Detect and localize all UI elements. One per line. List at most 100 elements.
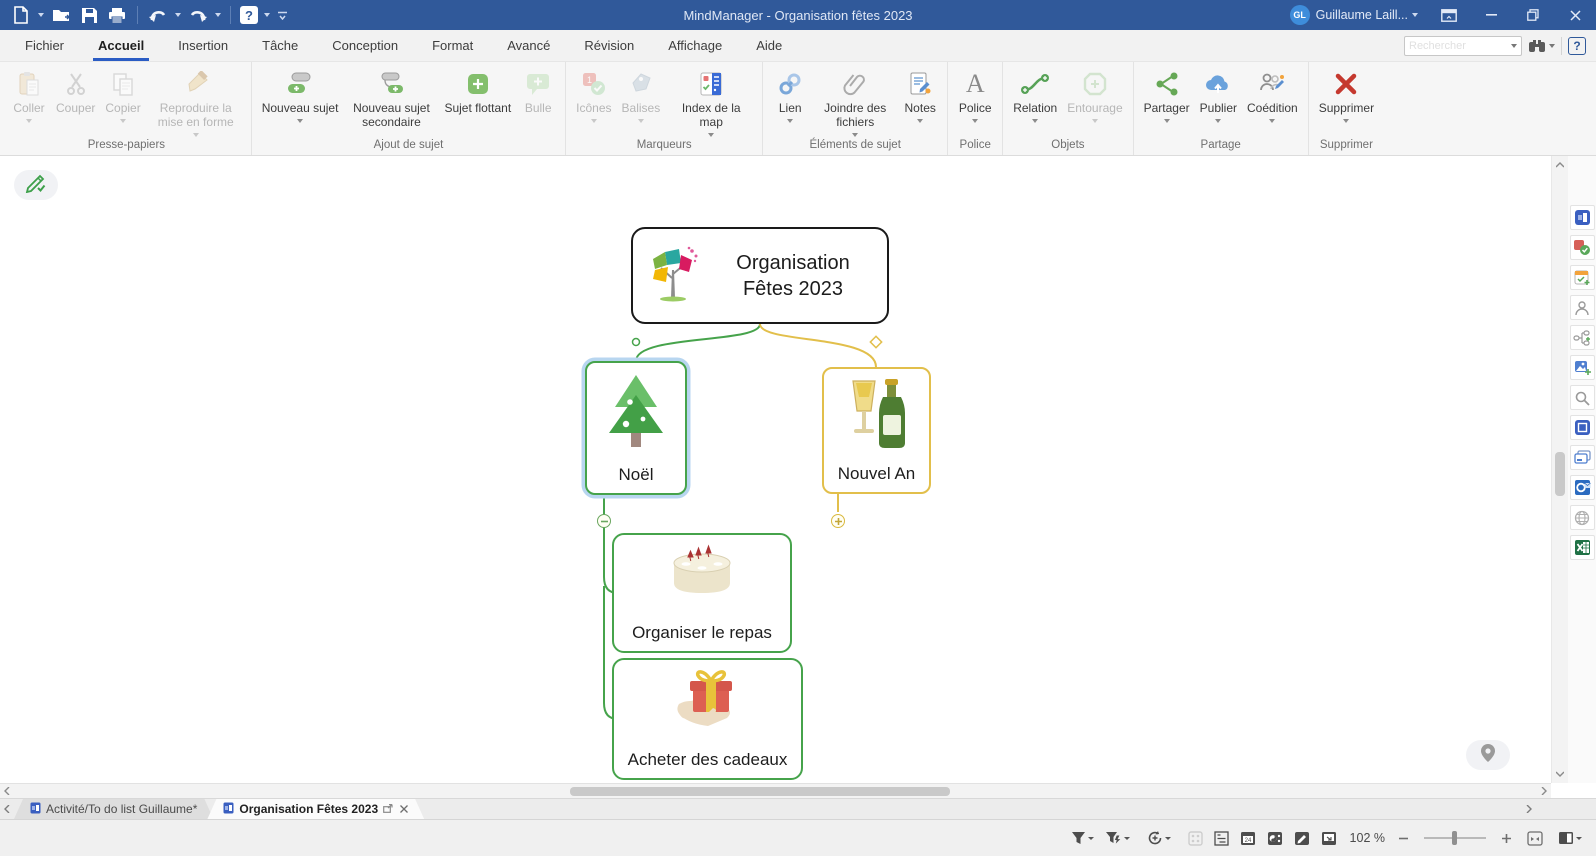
print-icon[interactable]	[106, 4, 128, 26]
redo-icon[interactable]	[187, 4, 209, 26]
filter-button[interactable]	[1071, 831, 1094, 845]
search-box[interactable]	[1404, 36, 1522, 56]
scroll-down-icon[interactable]	[1552, 769, 1568, 779]
share-button[interactable]: Partager	[1139, 65, 1195, 123]
dashboard-view-button[interactable]	[1267, 831, 1283, 846]
new-subtopic-button[interactable]: Nouveau sujet secondaire	[343, 65, 439, 130]
ribbon-display-options-icon[interactable]	[1428, 0, 1470, 30]
floating-topic-button[interactable]: Sujet flottant	[439, 65, 516, 116]
tab-revision[interactable]: Révision	[567, 30, 651, 61]
customize-qat-icon[interactable]	[276, 4, 288, 26]
topic-noel[interactable]: Noël	[585, 361, 687, 495]
find-chevron-icon[interactable]	[1549, 44, 1555, 48]
format-painter-button[interactable]: Reproduire la mise en forme	[146, 65, 246, 137]
sidebar-item-task-info-panel[interactable]	[1570, 265, 1595, 290]
link-button[interactable]: Lien	[768, 65, 812, 123]
copy-button[interactable]: Copier	[100, 65, 145, 123]
zoom-out-button[interactable]	[1398, 833, 1409, 844]
notes-button[interactable]: Notes	[898, 65, 942, 123]
shuffle-button[interactable]	[1188, 831, 1203, 846]
locate-map-button[interactable]	[1466, 740, 1510, 770]
publish-button[interactable]: Publier	[1195, 65, 1242, 123]
relationship-button[interactable]: Relation	[1008, 65, 1062, 123]
cut-button[interactable]: Couper	[51, 65, 100, 116]
refresh-map-button[interactable]	[1147, 830, 1171, 846]
new-file-icon[interactable]	[10, 4, 32, 26]
tab-scroll-right-icon[interactable]	[1522, 799, 1536, 819]
tab-tache[interactable]: Tâche	[245, 30, 315, 61]
tab-scroll-left-icon[interactable]	[0, 799, 14, 819]
sidebar-item-outlook-panel[interactable]	[1570, 475, 1595, 500]
tab-aide[interactable]: Aide	[739, 30, 799, 61]
search-chevron-icon[interactable]	[1511, 44, 1517, 48]
boundary-button[interactable]: Entourage	[1062, 65, 1127, 123]
zoom-in-button[interactable]	[1501, 833, 1512, 844]
central-topic[interactable]: Organisation Fêtes 2023	[631, 227, 889, 324]
new-file-chevron-icon[interactable]	[38, 13, 44, 17]
scroll-left-icon[interactable]	[0, 784, 14, 798]
delete-button[interactable]: Supprimer	[1314, 65, 1379, 123]
scroll-right-icon[interactable]	[1537, 784, 1551, 798]
help-chevron-icon[interactable]	[264, 13, 270, 17]
help-icon[interactable]: ?	[240, 6, 258, 24]
power-filter-button[interactable]	[1105, 831, 1130, 845]
minimize-button[interactable]	[1470, 0, 1512, 30]
tags-button[interactable]: Balises	[617, 65, 666, 123]
sidebar-item-web-panel[interactable]	[1570, 505, 1595, 530]
scroll-up-icon[interactable]	[1552, 160, 1568, 170]
sidebar-item-search-panel[interactable]	[1570, 385, 1595, 410]
sidebar-item-images-panel[interactable]	[1570, 355, 1595, 380]
restore-button[interactable]	[1512, 0, 1554, 30]
paste-button[interactable]: Coller	[7, 65, 51, 123]
close-tab-icon[interactable]	[400, 802, 408, 816]
detach-tab-icon[interactable]	[383, 802, 393, 816]
tab-insertion[interactable]: Insertion	[161, 30, 245, 61]
tag-view-button[interactable]	[1294, 831, 1310, 846]
open-file-icon[interactable]	[50, 4, 72, 26]
zoom-level[interactable]: 102 %	[1350, 831, 1385, 845]
zoom-slider[interactable]	[1424, 837, 1486, 839]
undo-icon[interactable]	[147, 4, 169, 26]
undo-chevron-icon[interactable]	[175, 13, 181, 17]
callout-button[interactable]: Bulle	[516, 65, 560, 116]
user-name[interactable]: Guillaume Laill...	[1316, 8, 1408, 22]
close-button[interactable]	[1554, 0, 1596, 30]
document-tab-organisation[interactable]: Organisation Fêtes 2023	[207, 799, 424, 819]
outline-view-button[interactable]	[1214, 831, 1229, 846]
sidebar-item-resources-panel[interactable]	[1570, 295, 1595, 320]
tab-conception[interactable]: Conception	[315, 30, 415, 61]
map-canvas[interactable]: Organisation Fêtes 2023 Noël	[0, 156, 1596, 798]
tab-accueil[interactable]: Accueil	[81, 30, 161, 61]
topic-nouvel-an[interactable]: Nouvel An	[822, 367, 931, 494]
panel-toggle-button[interactable]	[1558, 831, 1582, 845]
new-topic-button[interactable]: Nouveau sujet	[257, 65, 344, 123]
topic-acheter-des-cadeaux[interactable]: Acheter des cadeaux	[612, 658, 803, 780]
coediting-button[interactable]: Coédition	[1242, 65, 1303, 123]
tab-format[interactable]: Format	[415, 30, 490, 61]
avatar[interactable]: GL	[1290, 5, 1310, 25]
edit-status-button[interactable]	[14, 170, 58, 200]
sidebar-item-windows-panel[interactable]	[1570, 445, 1595, 470]
tab-affichage[interactable]: Affichage	[651, 30, 739, 61]
redo-chevron-icon[interactable]	[215, 13, 221, 17]
font-button[interactable]: A Police	[953, 65, 997, 123]
attach-files-button[interactable]: Joindre des fichiers	[812, 65, 898, 137]
icons-button[interactable]: 1 Icônes	[571, 65, 616, 123]
expand-toggle[interactable]	[831, 514, 845, 528]
user-chevron-icon[interactable]	[1412, 13, 1418, 17]
sidebar-item-excel-panel[interactable]	[1570, 535, 1595, 560]
sidebar-item-mindmanager-panel[interactable]	[1570, 205, 1595, 230]
horizontal-scroll-thumb[interactable]	[570, 787, 950, 796]
tab-fichier[interactable]: Fichier	[8, 30, 81, 61]
export-view-button[interactable]	[1321, 831, 1337, 846]
sidebar-item-markers-panel[interactable]	[1570, 235, 1595, 260]
help-button[interactable]: ?	[1568, 37, 1586, 55]
save-icon[interactable]	[78, 4, 100, 26]
document-tab-activite[interactable]: Activité/To do list Guillaume*	[14, 799, 213, 819]
tab-avance[interactable]: Avancé	[490, 30, 567, 61]
collapse-toggle[interactable]	[597, 514, 611, 528]
map-index-button[interactable]: Index de la map	[665, 65, 757, 137]
fit-map-button[interactable]	[1527, 831, 1543, 846]
horizontal-scrollbar[interactable]	[0, 783, 1551, 798]
sidebar-item-snapshot-panel[interactable]	[1570, 415, 1595, 440]
